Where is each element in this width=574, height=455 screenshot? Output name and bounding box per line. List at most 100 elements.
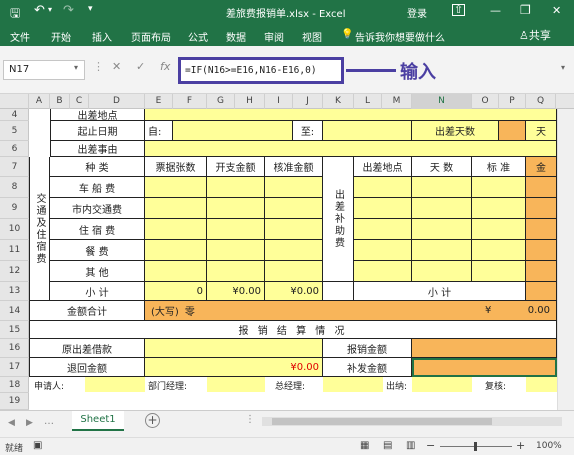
row-header[interactable]: 6 — [0, 141, 29, 157]
row-header[interactable]: 4 — [0, 109, 29, 121]
approved-cell[interactable] — [265, 240, 323, 261]
trip-reason-input[interactable] — [145, 141, 557, 157]
allowance-amount-cell[interactable] — [526, 198, 557, 219]
receipts-cell[interactable] — [145, 261, 207, 282]
allowance-days-cell[interactable] — [412, 240, 472, 261]
allowance-standard-cell[interactable] — [472, 240, 526, 261]
reviewer-input[interactable] — [526, 377, 557, 392]
undo-icon[interactable]: ↶ — [34, 3, 45, 18]
allowance-place-cell[interactable] — [354, 198, 412, 219]
column-header[interactable]: J — [293, 94, 323, 109]
receipts-cell[interactable] — [145, 177, 207, 198]
insert-function-icon[interactable]: fx — [160, 60, 170, 80]
tab-formulas[interactable]: 公式 — [188, 29, 208, 44]
receipts-cell[interactable] — [145, 219, 207, 240]
enter-icon[interactable]: ✓ — [136, 60, 145, 80]
reimburse-amount-value[interactable] — [412, 339, 557, 358]
allowance-amount-cell[interactable] — [526, 261, 557, 282]
column-header[interactable]: B — [50, 94, 70, 109]
allowance-days-cell[interactable] — [412, 198, 472, 219]
column-header[interactable]: M — [382, 94, 412, 109]
trip-days-value[interactable] — [499, 121, 526, 141]
column-header[interactable]: K — [323, 94, 354, 109]
vertical-scrollbar[interactable] — [557, 109, 574, 410]
page-break-view-icon[interactable]: ▥ — [406, 440, 415, 451]
expense-cell[interactable] — [207, 177, 265, 198]
horizontal-scrollbar[interactable] — [262, 417, 562, 426]
scroll-left-icon[interactable]: ◀ — [8, 418, 15, 428]
subtotal-receipts[interactable]: 0 — [145, 282, 207, 301]
column-header[interactable]: G — [207, 94, 235, 109]
row-header[interactable]: 19 — [0, 393, 29, 410]
scroll-right-icon[interactable]: ▶ — [26, 418, 33, 428]
allowance-place-cell[interactable] — [354, 177, 412, 198]
row-header[interactable]: 14 — [0, 301, 29, 321]
allowance-subtotal-value[interactable] — [526, 282, 557, 301]
approved-cell[interactable] — [265, 198, 323, 219]
column-header[interactable]: C — [70, 94, 89, 109]
name-box[interactable]: N17 — [3, 60, 85, 80]
restore-button[interactable]: ❐ — [520, 3, 531, 17]
tab-view[interactable]: 视图 — [302, 29, 322, 44]
sheet-tab-sheet1[interactable]: Sheet1 — [72, 411, 124, 431]
row-header[interactable]: 7 — [0, 157, 29, 177]
allowance-days-cell[interactable] — [412, 261, 472, 282]
row-header[interactable]: 10 — [0, 219, 29, 240]
redo-icon[interactable]: ↷ — [63, 3, 74, 18]
macro-record-icon[interactable]: ▣ — [33, 440, 42, 451]
column-header[interactable]: F — [173, 94, 207, 109]
row-header[interactable]: 15 — [0, 321, 29, 339]
supplement-amount-value-selected[interactable] — [412, 358, 557, 377]
receipts-cell[interactable] — [145, 240, 207, 261]
tab-home[interactable]: 开始 — [51, 29, 71, 44]
allowance-amount-cell[interactable] — [526, 219, 557, 240]
allowance-standard-cell[interactable] — [472, 198, 526, 219]
row-header[interactable]: 13 — [0, 282, 29, 301]
more-sheets-icon[interactable]: … — [44, 416, 54, 427]
approved-cell[interactable] — [265, 177, 323, 198]
page-layout-view-icon[interactable]: ▤ — [383, 440, 392, 451]
column-header[interactable]: O — [472, 94, 499, 109]
save-icon[interactable]: 🖫 — [10, 4, 20, 25]
zoom-slider-thumb[interactable] — [474, 442, 477, 451]
tell-me-search[interactable]: 告诉我你想要做什么 — [355, 29, 445, 44]
total-row[interactable]: (大写) 零 ¥ 0.00 — [145, 301, 557, 321]
refund-amount-value[interactable]: ¥0.00 — [145, 358, 323, 377]
split-handle-icon[interactable]: ⋮ — [245, 414, 255, 425]
row-header[interactable]: 12 — [0, 261, 29, 282]
allowance-amount-cell[interactable] — [526, 177, 557, 198]
row-header[interactable]: 11 — [0, 240, 29, 261]
column-header[interactable]: P — [499, 94, 526, 109]
tab-insert[interactable]: 插入 — [92, 29, 112, 44]
ribbon-display-icon[interactable]: ⇧ — [452, 4, 465, 16]
allowance-place-cell[interactable] — [354, 219, 412, 240]
undo-dropdown-icon[interactable]: ▾ — [48, 5, 52, 14]
column-header[interactable]: E — [145, 94, 173, 109]
tab-review[interactable]: 审阅 — [264, 29, 284, 44]
receipts-cell[interactable] — [145, 198, 207, 219]
orig-advance-input[interactable] — [145, 339, 323, 358]
column-header[interactable]: A — [29, 94, 50, 109]
allowance-place-cell[interactable] — [354, 240, 412, 261]
column-header[interactable]: H — [235, 94, 265, 109]
subtotal-approved[interactable]: ¥0.00 — [265, 282, 323, 301]
customize-toolbar-icon[interactable]: ▾ — [88, 4, 93, 14]
close-button[interactable]: ✕ — [552, 4, 561, 17]
allowance-standard-cell[interactable] — [472, 219, 526, 240]
applicant-input[interactable] — [85, 377, 145, 392]
column-header-selected[interactable]: N — [412, 94, 472, 109]
end-date-input[interactable] — [323, 121, 412, 141]
formula-input[interactable]: =IF(N16>=E16,N16-E16,0) — [178, 57, 344, 84]
zoom-slider[interactable] — [440, 442, 512, 451]
allowance-standard-cell[interactable] — [472, 177, 526, 198]
allowance-days-cell[interactable] — [412, 177, 472, 198]
dept-manager-input[interactable] — [207, 377, 265, 392]
tab-data[interactable]: 数据 — [226, 29, 246, 44]
approved-cell[interactable] — [265, 261, 323, 282]
zoom-out-icon[interactable]: − — [426, 439, 435, 452]
allowance-standard-cell[interactable] — [472, 261, 526, 282]
row-header[interactable]: 8 — [0, 177, 29, 198]
expense-cell[interactable] — [207, 198, 265, 219]
subtotal-expense[interactable]: ¥0.00 — [207, 282, 265, 301]
expense-cell[interactable] — [207, 240, 265, 261]
